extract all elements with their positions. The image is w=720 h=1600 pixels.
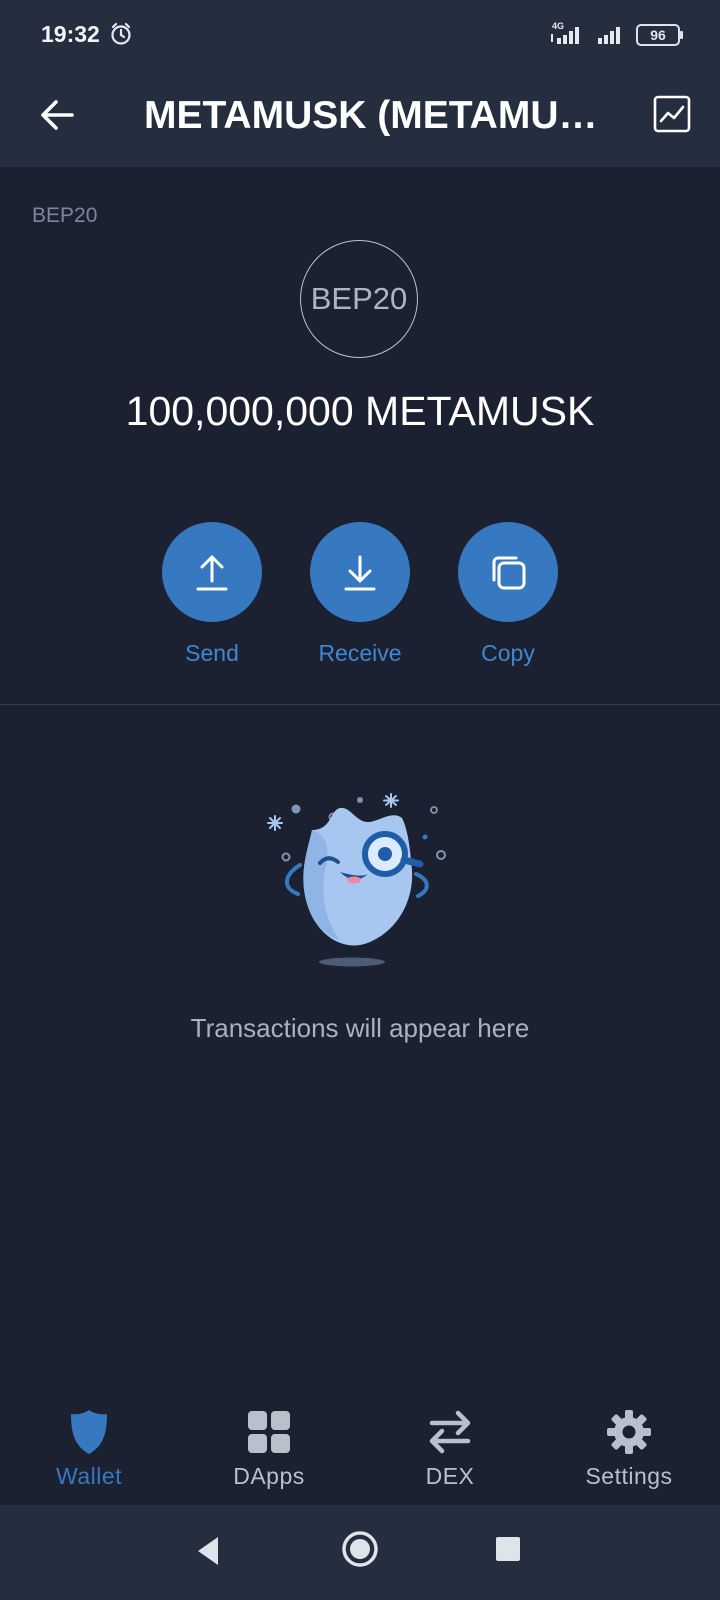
shield-icon xyxy=(71,1410,107,1454)
upload-arrow-icon xyxy=(196,555,228,591)
back-button[interactable] xyxy=(32,90,82,140)
receive-circle[interactable] xyxy=(310,522,410,622)
swap-arrows-icon xyxy=(429,1410,471,1454)
signal-icon xyxy=(598,27,620,44)
grid-icon xyxy=(248,1411,290,1453)
copy-button[interactable]: Copy xyxy=(448,522,568,667)
status-time: 19:32 xyxy=(41,21,100,47)
nav-wallet-label: Wallet xyxy=(55,1463,123,1489)
network-type-text: 4G xyxy=(552,21,564,31)
copy-label: Copy xyxy=(481,640,535,666)
nav-dapps[interactable]: DApps xyxy=(194,1407,344,1490)
page-title: METAMUSK (METAMUSK) xyxy=(144,94,604,137)
nav-settings[interactable]: Settings xyxy=(554,1407,704,1490)
alarm-icon xyxy=(111,22,131,45)
price-chart-button[interactable] xyxy=(650,92,694,136)
gear-icon xyxy=(607,1410,651,1454)
system-nav-bar xyxy=(0,1505,720,1600)
send-label: Send xyxy=(185,640,239,666)
download-arrow-icon xyxy=(344,555,376,591)
nav-dapps-label: DApps xyxy=(233,1463,305,1489)
divider xyxy=(0,704,720,705)
token-logo: BEP20 xyxy=(300,240,418,358)
receive-button[interactable]: Receive xyxy=(300,522,420,667)
battery-indicator: 96 xyxy=(636,24,684,46)
send-circle[interactable] xyxy=(162,522,262,622)
status-bar: 19:32 4G 96 xyxy=(0,0,720,70)
nav-wallet[interactable]: Wallet xyxy=(14,1407,164,1490)
signal-4g-icon: 4G xyxy=(551,21,579,44)
token-logo-text: BEP20 xyxy=(310,281,408,316)
nav-dex[interactable]: DEX xyxy=(375,1407,525,1490)
bottom-nav: Wallet DApps DEX Settings xyxy=(0,1395,720,1505)
empty-state-message: Transactions will appear here xyxy=(190,1013,530,1043)
system-recents-icon[interactable] xyxy=(494,1535,522,1563)
system-home-icon[interactable] xyxy=(340,1529,380,1569)
send-button[interactable]: Send xyxy=(152,522,272,667)
copy-icon xyxy=(492,556,526,590)
receive-label: Receive xyxy=(318,640,402,666)
nav-settings-label: Settings xyxy=(585,1463,673,1489)
battery-level: 96 xyxy=(650,27,666,43)
arrow-left-icon xyxy=(41,100,74,130)
app-bar: METAMUSK (METAMUSK) xyxy=(0,70,720,167)
system-back-icon[interactable] xyxy=(192,1533,224,1569)
nav-dex-label: DEX xyxy=(425,1463,475,1489)
chart-line-icon xyxy=(653,95,691,133)
token-balance: 100,000,000 METAMUSK xyxy=(125,388,595,434)
copy-circle[interactable] xyxy=(458,522,558,622)
empty-transactions-illustration xyxy=(267,793,446,967)
network-label: BEP20 xyxy=(32,204,98,227)
